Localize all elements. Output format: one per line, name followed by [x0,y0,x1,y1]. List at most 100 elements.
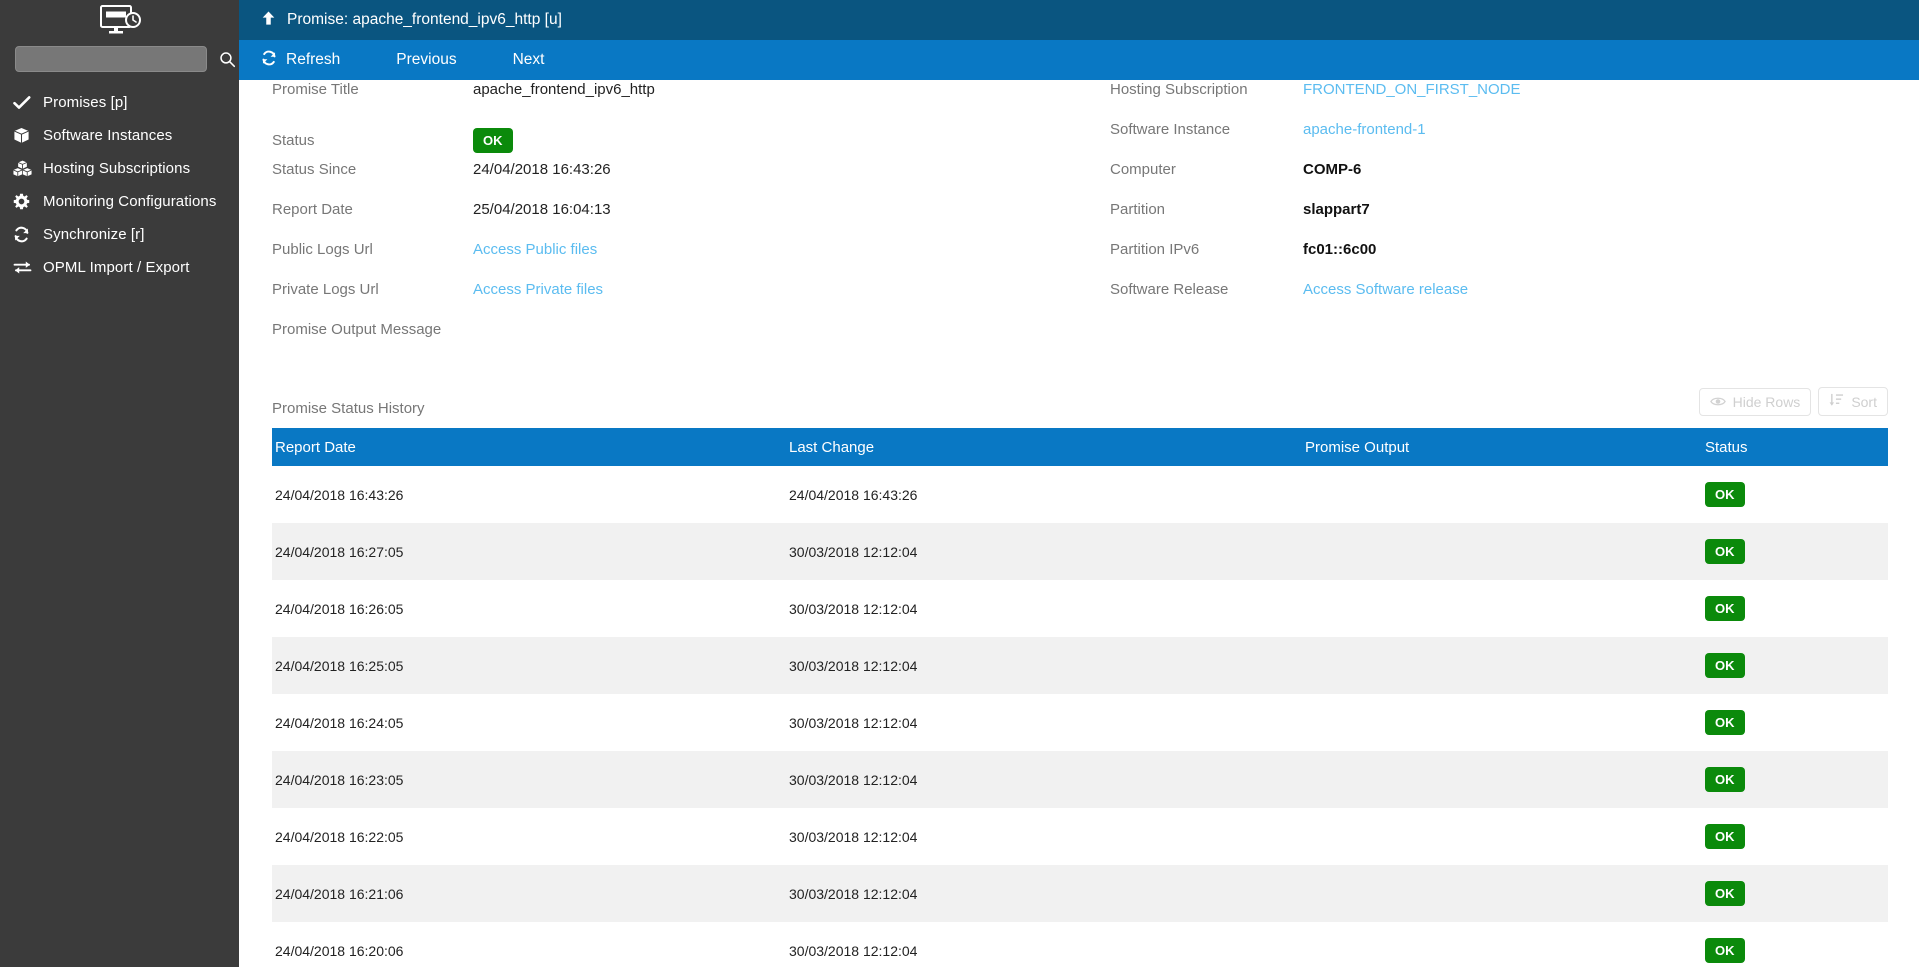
status-badge: OK [1705,653,1745,678]
cell-last-change: 30/03/2018 12:12:04 [789,714,918,731]
table-row[interactable]: 24/04/2018 16:25:05 30/03/2018 12:12:04 OK [272,637,1888,694]
sidebar-item-hosting-subscriptions[interactable]: Hosting Subscriptions [0,152,239,185]
promise-status-history-table: Report Date Last Change Promise Output S… [272,428,1888,967]
previous-button[interactable]: Previous [396,40,456,80]
field-label: Public Logs Url [272,241,373,258]
column-header-promise-output[interactable]: Promise Output [1302,428,1702,466]
sidebar-item-opml-import-export[interactable]: OPML Import / Export [0,251,239,284]
field-value: 25/04/2018 16:04:13 [473,201,611,218]
column-header-status[interactable]: Status [1702,428,1888,466]
cell-last-change: 30/03/2018 12:12:04 [789,600,918,617]
table-row[interactable]: 24/04/2018 16:27:05 30/03/2018 12:12:04 OK [272,523,1888,580]
field-status-since: Status Since 24/04/2018 16:43:26 [272,160,1072,200]
status-badge: OK [1705,710,1745,735]
table-tools: Hide Rows Sort [1698,387,1888,416]
cell-promise-output [1302,523,1702,580]
column-header-last-change[interactable]: Last Change [786,428,1302,466]
status-badge: OK [1705,596,1745,621]
field-value: fc01::6c00 [1303,241,1377,258]
table-row[interactable]: 24/04/2018 16:43:26 24/04/2018 16:43:26 OK [272,466,1888,523]
search-glyph-icon [219,51,235,67]
field-software-release: Software Release Access Software release [1110,280,1900,320]
arrow-up-icon[interactable] [261,10,276,31]
cell-status: OK [1702,466,1888,523]
action-toolbar: Refresh Previous Next [239,40,1919,80]
cell-status: OK [1702,922,1888,967]
field-value: COMP-6 [1303,161,1362,178]
app-logo[interactable] [0,0,239,40]
refresh-icon [261,50,277,71]
table-head: Report Date Last Change Promise Output S… [272,428,1888,466]
field-label: Status Since [272,161,357,178]
table-row[interactable]: 24/04/2018 16:24:05 30/03/2018 12:12:04 OK [272,694,1888,751]
sidebar-item-software-instances[interactable]: Software Instances [0,119,239,152]
table-header-row: Report Date Last Change Promise Output S… [272,428,1888,466]
cell-last-change: 30/03/2018 12:12:04 [789,942,918,959]
sidebar-nav: Promises [p] Software Instances Hosting … [0,86,239,284]
sidebar-item-monitoring-configurations[interactable]: Monitoring Configurations [0,185,239,218]
field-label: Partition [1110,201,1166,218]
sidebar-item-promises[interactable]: Promises [p] [0,86,239,119]
refresh-label: Refresh [286,51,341,68]
check-icon [13,95,43,111]
cell-promise-output [1302,865,1702,922]
field-partition-ipv6: Partition IPv6 fc01::6c00 [1110,240,1900,280]
access-software-release-link[interactable]: Access Software release [1303,280,1468,298]
hosting-subscription-link[interactable]: FRONTEND_ON_FIRST_NODE [1303,80,1521,98]
table-row[interactable]: 24/04/2018 16:22:05 30/03/2018 12:12:04 OK [272,808,1888,865]
field-label: Private Logs Url [272,281,379,298]
field-promise-title: Promise Title apache_frontend_ipv6_http [272,80,1072,120]
cell-promise-output [1302,637,1702,694]
cell-report-date: 24/04/2018 16:23:05 [275,771,404,788]
cell-promise-output [1302,580,1702,637]
sync-icon [13,226,43,243]
access-private-files-link[interactable]: Access Private files [473,280,603,298]
hide-rows-button[interactable]: Hide Rows [1698,387,1812,416]
cell-last-change: 30/03/2018 12:12:04 [789,828,918,845]
table-row[interactable]: 24/04/2018 16:23:05 30/03/2018 12:12:04 OK [272,751,1888,808]
refresh-button[interactable]: Refresh [261,40,340,80]
status-badge: OK [1705,539,1745,564]
search-input[interactable] [15,46,207,72]
cell-status: OK [1702,808,1888,865]
next-label: Next [512,51,545,68]
field-status: Status OK [272,120,1072,160]
sort-label: Sort [1851,393,1877,410]
previous-label: Previous [396,51,457,68]
eye-icon [1709,394,1726,410]
sidebar-item-label: Synchronize [r] [43,226,145,243]
cell-promise-output [1302,694,1702,751]
gear-icon [13,193,43,210]
cell-report-date: 24/04/2018 16:43:26 [275,486,404,503]
field-public-logs-url: Public Logs Url Access Public files [272,240,1072,280]
table-row[interactable]: 24/04/2018 16:21:06 30/03/2018 12:12:04 OK [272,865,1888,922]
box-icon [13,127,43,144]
field-report-date: Report Date 25/04/2018 16:04:13 [272,200,1072,240]
hide-rows-label: Hide Rows [1732,393,1801,410]
column-header-report-date[interactable]: Report Date [272,428,786,466]
cell-status: OK [1702,523,1888,580]
status-badge: OK [1705,824,1745,849]
sidebar-item-synchronize[interactable]: Synchronize [r] [0,218,239,251]
cell-promise-output [1302,751,1702,808]
table-row[interactable]: 24/04/2018 16:20:06 30/03/2018 12:12:04 OK [272,922,1888,967]
field-label: Promise Output Message [272,321,442,338]
field-label: Software Instance [1110,121,1231,138]
cell-status: OK [1702,580,1888,637]
cell-last-change: 30/03/2018 12:12:04 [789,885,918,902]
cell-report-date: 24/04/2018 16:24:05 [275,714,404,731]
status-badge: OK [473,127,513,153]
next-button[interactable]: Next [513,40,545,80]
cell-promise-output [1302,466,1702,523]
sort-button[interactable]: Sort [1818,387,1888,416]
field-label: Software Release [1110,281,1229,298]
field-hosting-subscription: Hosting Subscription FRONTEND_ON_FIRST_N… [1110,80,1900,120]
table-row[interactable]: 24/04/2018 16:26:05 30/03/2018 12:12:04 OK [272,580,1888,637]
software-instance-link[interactable]: apache-frontend-1 [1303,120,1426,138]
sidebar-item-label: Promises [p] [43,94,128,111]
field-value: slappart7 [1303,201,1370,218]
field-label: Status [272,132,315,149]
search-icon[interactable] [217,48,237,70]
access-public-files-link[interactable]: Access Public files [473,240,597,258]
detail-column-left: Promise Title apache_frontend_ipv6_http … [272,80,1072,360]
